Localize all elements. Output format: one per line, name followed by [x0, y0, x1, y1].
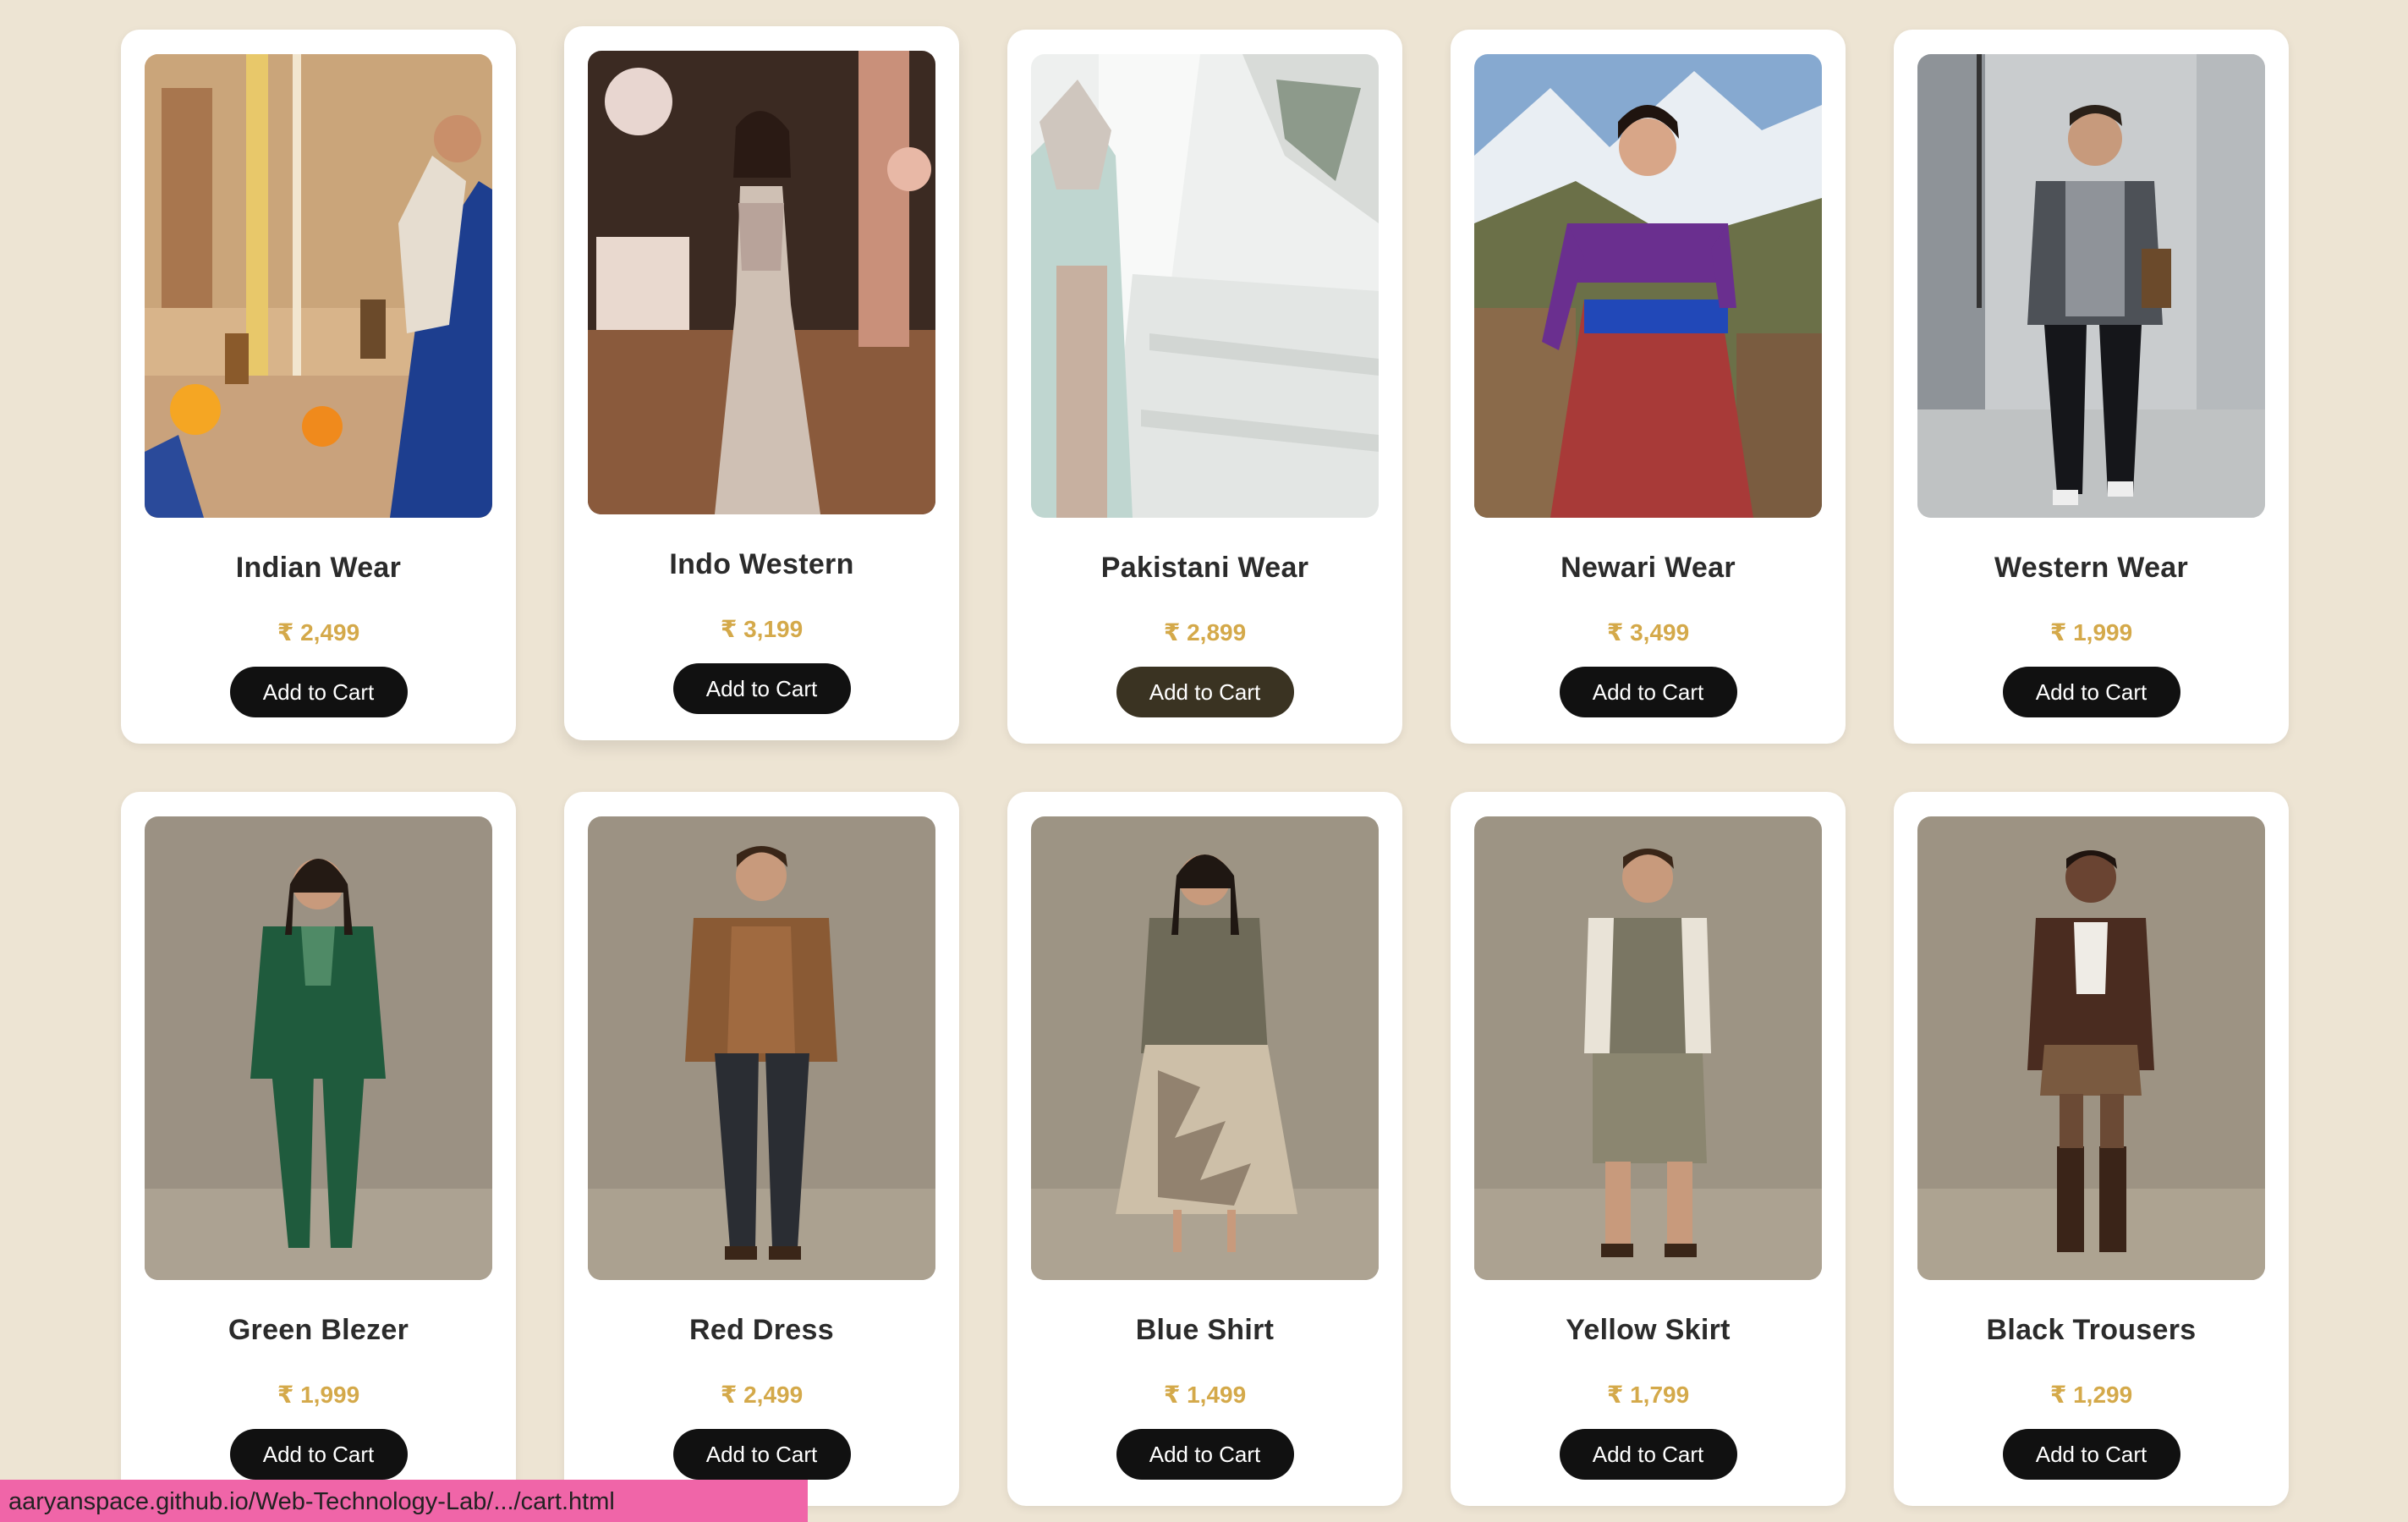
add-to-cart-button[interactable]: Add to Cart	[2002, 1429, 2180, 1480]
product-price: ₹ 1,999	[277, 1382, 360, 1408]
add-to-cart-button[interactable]: Add to Cart	[1116, 667, 1294, 717]
product-card-newari-wear: Newari Wear ₹ 3,499 Add to Cart	[1451, 30, 1846, 744]
red-dress-photo-icon[interactable]	[588, 816, 935, 1280]
product-price: ₹ 1,299	[2049, 1382, 2133, 1408]
product-name: Black Trousers	[1986, 1314, 2197, 1346]
product-grid: Indian Wear ₹ 2,499 Add to Cart Indo Wes…	[121, 26, 2289, 1506]
product-name: Indo Western	[669, 548, 854, 580]
product-price: ₹ 2,499	[720, 1382, 804, 1408]
product-name: Green Blezer	[228, 1314, 409, 1346]
product-name: Blue Shirt	[1135, 1314, 1275, 1346]
add-to-cart-button[interactable]: Add to Cart	[229, 667, 408, 717]
black-trousers-photo-icon[interactable]	[1917, 816, 2265, 1280]
add-to-cart-button[interactable]: Add to Cart	[1116, 1429, 1294, 1480]
product-price: ₹ 2,899	[1163, 619, 1247, 646]
add-to-cart-button[interactable]: Add to Cart	[672, 663, 851, 714]
add-to-cart-button[interactable]: Add to Cart	[1559, 1429, 1737, 1480]
product-card-indian-wear: Indian Wear ₹ 2,499 Add to Cart	[121, 30, 516, 744]
western-wear-photo-icon[interactable]	[1917, 54, 2265, 518]
product-card-blue-shirt: Blue Shirt ₹ 1,499 Add to Cart	[1007, 792, 1402, 1506]
product-price: ₹ 1,999	[2049, 619, 2133, 646]
product-card-green-blezer: Green Blezer ₹ 1,999 Add to Cart	[121, 792, 516, 1506]
product-card-pakistani-wear: Pakistani Wear ₹ 2,899 Add to Cart	[1007, 30, 1402, 744]
add-to-cart-button[interactable]: Add to Cart	[672, 1429, 851, 1480]
product-card-yellow-skirt: Yellow Skirt ₹ 1,799 Add to Cart	[1451, 792, 1846, 1506]
yellow-skirt-photo-icon[interactable]	[1474, 816, 1822, 1280]
product-price: ₹ 1,499	[1163, 1382, 1247, 1408]
product-price: ₹ 2,499	[277, 619, 360, 646]
indian-wear-photo-icon[interactable]	[145, 54, 492, 518]
product-card-indo-western: Indo Western ₹ 3,199 Add to Cart	[564, 26, 959, 740]
add-to-cart-button[interactable]: Add to Cart	[2002, 667, 2180, 717]
green-blezer-photo-icon[interactable]	[145, 816, 492, 1280]
product-card-red-dress: Red Dress ₹ 2,499 Add to Cart	[564, 792, 959, 1506]
add-to-cart-button[interactable]: Add to Cart	[1559, 667, 1737, 717]
product-name: Yellow Skirt	[1566, 1314, 1731, 1346]
product-name: Red Dress	[689, 1314, 834, 1346]
indo-western-photo-icon[interactable]	[588, 51, 935, 514]
blue-shirt-photo-icon[interactable]	[1031, 816, 1379, 1280]
product-price: ₹ 3,499	[1606, 619, 1690, 646]
product-price: ₹ 1,799	[1606, 1382, 1690, 1408]
newari-wear-photo-icon[interactable]	[1474, 54, 1822, 518]
product-name: Newari Wear	[1561, 552, 1736, 584]
product-name: Pakistani Wear	[1100, 552, 1309, 584]
add-to-cart-button[interactable]: Add to Cart	[229, 1429, 408, 1480]
product-price: ₹ 3,199	[720, 616, 804, 642]
product-name: Indian Wear	[235, 552, 402, 584]
pakistani-wear-photo-icon[interactable]	[1031, 54, 1379, 518]
link-status-bar: aaryanspace.github.io/Web-Technology-Lab…	[0, 1480, 808, 1522]
product-card-black-trousers: Black Trousers ₹ 1,299 Add to Cart	[1894, 792, 2289, 1506]
product-name: Western Wear	[1994, 552, 2189, 584]
product-card-western-wear: Western Wear ₹ 1,999 Add to Cart	[1894, 30, 2289, 744]
